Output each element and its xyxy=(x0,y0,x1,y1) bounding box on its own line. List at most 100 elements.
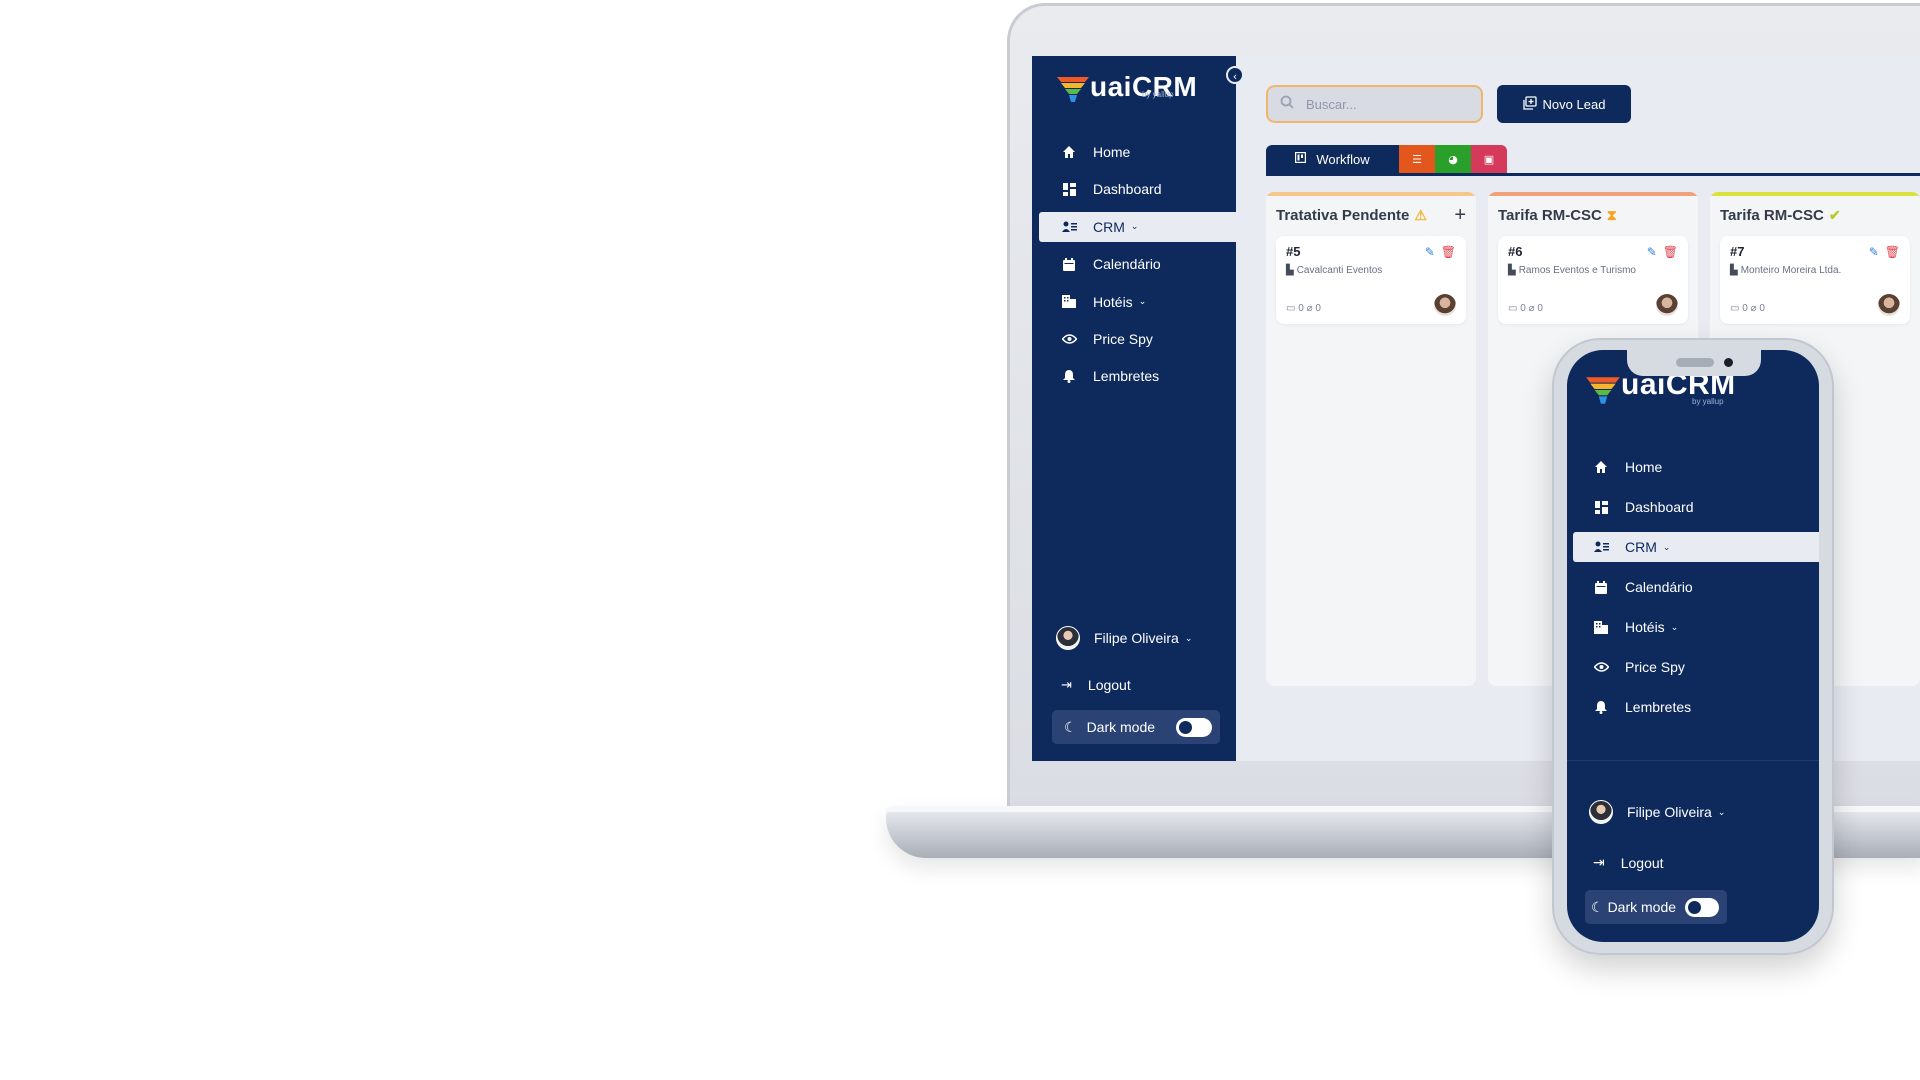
trash-icon[interactable]: 🗑 xyxy=(1885,245,1900,259)
card-actions: ✎ 🗑 xyxy=(1869,245,1900,259)
logout-icon: ⇥ xyxy=(1061,677,1072,692)
divider xyxy=(1567,760,1819,761)
company-name: Cavalcanti Eventos xyxy=(1296,265,1383,276)
sidebar-item-hoteis[interactable]: Hotéis ⌄ xyxy=(1032,287,1236,317)
sidebar-item-home[interactable]: Home xyxy=(1567,452,1819,482)
tab-workflow[interactable]: Workflow xyxy=(1266,145,1399,173)
paperclip-icon: ⌀ xyxy=(1750,303,1757,314)
search-input[interactable] xyxy=(1306,96,1456,112)
add-lead-icon xyxy=(1522,95,1537,113)
edit-icon[interactable]: ✎ xyxy=(1869,245,1879,259)
lead-card[interactable]: #7 ✎ 🗑 ▙ Monteiro Moreira Ltda. ▭ 0 ⌀ 0 xyxy=(1720,236,1910,324)
avatar xyxy=(1589,800,1613,824)
logout-label: Logout xyxy=(1620,854,1664,871)
phone-camera xyxy=(1724,358,1733,367)
sidebar-item-price-spy[interactable]: Price Spy xyxy=(1032,324,1236,354)
dark-mode-toggle[interactable] xyxy=(1685,898,1719,917)
sidebar-item-label: Dashboard xyxy=(1625,499,1694,515)
sidebar-item-label: Hotéis xyxy=(1625,619,1665,635)
dashboard-icon xyxy=(1061,181,1077,197)
sidebar-item-crm[interactable]: CRM ⌄ xyxy=(1573,532,1819,562)
chevron-down-icon: ⌄ xyxy=(1130,221,1139,232)
lead-card[interactable]: #5 ✎ 🗑 ▙ Cavalcanti Eventos ▭ 0 ⌀ 0 xyxy=(1276,236,1466,324)
user-menu[interactable]: Filipe Oliveira ⌄ xyxy=(1589,800,1725,824)
sidebar-item-dashboard[interactable]: Dashboard xyxy=(1032,174,1236,204)
logout-button[interactable]: ⇥ Logout xyxy=(1061,677,1131,693)
logout-icon: ⇥ xyxy=(1593,854,1605,870)
collapse-sidebar-button[interactable]: ‹ xyxy=(1226,66,1244,84)
new-lead-label: Novo Lead xyxy=(1542,96,1606,112)
avatar xyxy=(1878,294,1900,316)
tab-chart[interactable]: ◕ xyxy=(1435,145,1471,173)
sidebar-item-lembretes[interactable]: Lembretes xyxy=(1032,361,1236,391)
tab-workflow-label: Workflow xyxy=(1316,151,1370,167)
sidebar-nav: Home Dashboard CRM ⌄ Calendário Hotéis ⌄… xyxy=(1032,137,1236,399)
chevron-down-icon: ⌄ xyxy=(1138,296,1147,307)
edit-icon[interactable]: ✎ xyxy=(1647,245,1657,259)
card-company: ▙ Monteiro Moreira Ltda. xyxy=(1730,265,1900,276)
new-lead-button[interactable]: Novo Lead xyxy=(1497,85,1631,123)
chevron-down-icon: ⌄ xyxy=(1717,806,1726,817)
sidebar-item-label: CRM xyxy=(1093,218,1125,235)
card-meta: ▭ 0 ⌀ 0 xyxy=(1508,303,1543,314)
sidebar-item-calendario[interactable]: Calendário xyxy=(1032,249,1236,279)
company-name: Monteiro Moreira Ltda. xyxy=(1740,265,1842,276)
logo-subtitle: by yallup xyxy=(1142,90,1174,99)
check-circle-icon: ✔ xyxy=(1828,206,1841,223)
tab-list[interactable]: ☰ xyxy=(1399,145,1435,173)
bell-icon xyxy=(1593,699,1609,715)
bell-icon xyxy=(1061,368,1077,384)
moon-icon: ☾ xyxy=(1064,718,1077,735)
hotel-icon xyxy=(1061,294,1077,310)
list-icon: ☰ xyxy=(1412,152,1422,166)
edit-icon[interactable]: ✎ xyxy=(1425,245,1435,259)
sidebar-item-label: Calendário xyxy=(1625,579,1693,595)
sidebar-item-hoteis[interactable]: Hotéis ⌄ xyxy=(1567,612,1819,642)
avatar xyxy=(1656,294,1678,316)
sidebar-item-label: CRM xyxy=(1625,539,1657,555)
hotel-icon xyxy=(1593,619,1609,635)
user-menu[interactable]: Filipe Oliveira ⌄ xyxy=(1056,626,1192,650)
kanban-column: Tratativa Pendente ⚠ + #5 ✎ 🗑 ▙ Cavalcanti… xyxy=(1266,192,1476,686)
card-company: ▙ Cavalcanti Eventos xyxy=(1286,265,1456,276)
search-icon xyxy=(1280,95,1294,113)
chevron-down-icon: ⌄ xyxy=(1662,541,1671,552)
sidebar-item-calendario[interactable]: Calendário xyxy=(1567,572,1819,602)
app-logo[interactable]: uaiCRM xyxy=(1056,70,1197,110)
eye-icon xyxy=(1593,659,1609,675)
comment-icon: ▭ xyxy=(1730,303,1740,314)
sidebar-item-label: Price Spy xyxy=(1093,330,1153,347)
logout-label: Logout xyxy=(1087,677,1131,693)
sidebar-item-label: Calendário xyxy=(1093,256,1161,273)
sidebar-item-crm[interactable]: CRM ⌄ xyxy=(1039,211,1236,242)
sidebar-item-home[interactable]: Home xyxy=(1032,137,1236,167)
crm-icon xyxy=(1593,539,1609,555)
logout-button[interactable]: ⇥ Logout xyxy=(1593,854,1664,871)
home-icon xyxy=(1061,144,1077,160)
sidebar-item-label: Lembretes xyxy=(1625,699,1692,715)
lead-card[interactable]: #6 ✎ 🗑 ▙ Ramos Eventos e Turismo ▭ 0 ⌀ 0 xyxy=(1498,236,1688,324)
sidebar-item-price-spy[interactable]: Price Spy xyxy=(1567,652,1819,682)
paperclip-icon: ⌀ xyxy=(1528,303,1535,314)
dark-mode-row: ☾ Dark mode xyxy=(1052,710,1220,744)
card-actions: ✎ 🗑 xyxy=(1647,245,1678,259)
phone-speaker xyxy=(1676,358,1714,367)
search-box xyxy=(1266,85,1483,123)
sidebar-item-label: Home xyxy=(1625,459,1663,475)
trash-icon[interactable]: 🗑 xyxy=(1663,245,1678,259)
card-meta: ▭ 0 ⌀ 0 xyxy=(1730,303,1765,314)
sidebar-item-dashboard[interactable]: Dashboard xyxy=(1567,492,1819,522)
sidebar-item-lembretes[interactable]: Lembretes xyxy=(1567,692,1819,722)
sidebar: uaiCRM by yallup ‹ Home Dashboard CRM ⌄ … xyxy=(1032,56,1244,761)
dark-mode-label: Dark mode xyxy=(1086,719,1156,735)
comment-count: 0 xyxy=(1298,303,1304,314)
company-name: Ramos Eventos e Turismo xyxy=(1518,265,1636,276)
paperclip-icon: ⌀ xyxy=(1306,303,1313,314)
comment-count: 0 xyxy=(1742,303,1748,314)
add-card-button[interactable]: + xyxy=(1454,204,1466,227)
calendar-icon xyxy=(1593,579,1609,595)
trash-icon[interactable]: 🗑 xyxy=(1441,245,1456,259)
phone-nav: Home Dashboard CRM ⌄ Calendário Hotéis ⌄… xyxy=(1567,452,1819,732)
dark-mode-toggle[interactable] xyxy=(1176,718,1212,737)
tab-calendar[interactable]: ▣ xyxy=(1471,145,1507,173)
